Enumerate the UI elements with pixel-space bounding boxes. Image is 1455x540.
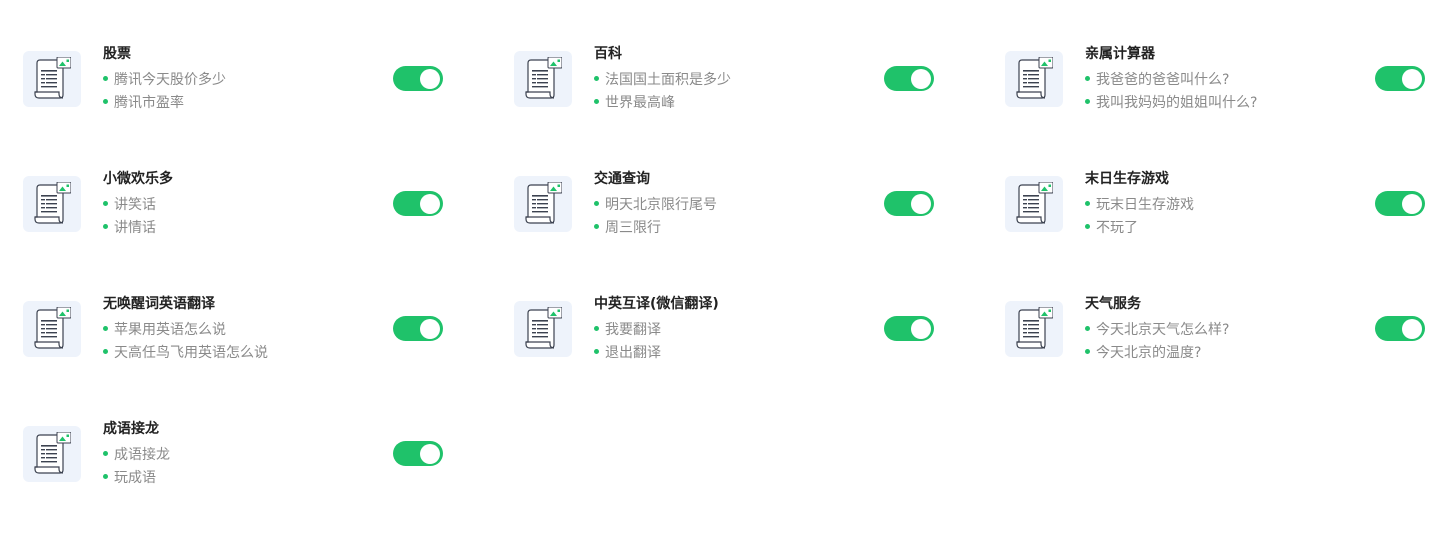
document-scroll-icon [514, 301, 572, 357]
skill-toggle[interactable] [884, 191, 934, 216]
document-scroll-icon [1005, 176, 1063, 232]
skill-toggle[interactable] [884, 316, 934, 341]
document-scroll-icon [23, 51, 81, 107]
skill-example: 腾讯今天股价多少 [103, 71, 226, 89]
skill-example: 今天北京天气怎么样? [1085, 321, 1229, 339]
skill-title: 末日生存游戏 [1085, 171, 1169, 187]
document-scroll-icon [514, 51, 572, 107]
document-scroll-icon [1005, 51, 1063, 107]
skill-grid: 股票 腾讯今天股价多少 腾讯市盈率 百科 法国国土面积是多少 世界最高峰 亲属计… [0, 0, 1455, 540]
skill-example: 玩成语 [103, 469, 156, 487]
skill-example: 世界最高峰 [594, 94, 675, 112]
skill-toggle[interactable] [1375, 316, 1425, 341]
skill-card-traffic: 交通查询 明天北京限行尾号 周三限行 [514, 170, 944, 260]
skill-toggle[interactable] [884, 66, 934, 91]
skill-example: 讲笑话 [103, 196, 156, 214]
skill-title: 亲属计算器 [1085, 46, 1155, 62]
skill-title: 成语接龙 [103, 421, 159, 437]
skill-example: 明天北京限行尾号 [594, 196, 717, 214]
skill-toggle[interactable] [393, 191, 443, 216]
skill-example: 法国国土面积是多少 [594, 71, 731, 89]
skill-toggle[interactable] [393, 66, 443, 91]
skill-example: 玩末日生存游戏 [1085, 196, 1194, 214]
skill-toggle[interactable] [393, 441, 443, 466]
skill-example: 腾讯市盈率 [103, 94, 184, 112]
skill-card-kinship-calculator: 亲属计算器 我爸爸的爸爸叫什么? 我叫我妈妈的姐姐叫什么? [1005, 45, 1435, 135]
skill-card-idiom-chain: 成语接龙 成语接龙 玩成语 [23, 420, 453, 510]
skill-example: 我叫我妈妈的姐姐叫什么? [1085, 94, 1257, 112]
skill-title: 无唤醒词英语翻译 [103, 296, 215, 312]
document-scroll-icon [23, 301, 81, 357]
skill-title: 天气服务 [1085, 296, 1141, 312]
skill-example: 退出翻译 [594, 344, 661, 362]
skill-title: 中英互译(微信翻译) [594, 296, 719, 312]
skill-card-wechat-translation: 中英互译(微信翻译) 我要翻译 退出翻译 [514, 295, 944, 385]
skill-example: 不玩了 [1085, 219, 1138, 237]
skill-title: 百科 [594, 46, 622, 62]
skill-example: 天高任鸟飞用英语怎么说 [103, 344, 268, 362]
skill-title: 股票 [103, 46, 131, 62]
skill-title: 交通查询 [594, 171, 650, 187]
skill-title: 小微欢乐多 [103, 171, 173, 187]
document-scroll-icon [23, 426, 81, 482]
skill-card-weather: 天气服务 今天北京天气怎么样? 今天北京的温度? [1005, 295, 1435, 385]
skill-toggle[interactable] [1375, 66, 1425, 91]
skill-example: 我要翻译 [594, 321, 661, 339]
document-scroll-icon [514, 176, 572, 232]
skill-example: 周三限行 [594, 219, 661, 237]
skill-example: 苹果用英语怎么说 [103, 321, 226, 339]
skill-card-stock: 股票 腾讯今天股价多少 腾讯市盈率 [23, 45, 453, 135]
skill-card-english-translation: 无唤醒词英语翻译 苹果用英语怎么说 天高任鸟飞用英语怎么说 [23, 295, 453, 385]
skill-toggle[interactable] [393, 316, 443, 341]
skill-example: 今天北京的温度? [1085, 344, 1201, 362]
skill-card-encyclopedia: 百科 法国国土面积是多少 世界最高峰 [514, 45, 944, 135]
skill-card-survival-game: 末日生存游戏 玩末日生存游戏 不玩了 [1005, 170, 1435, 260]
skill-toggle[interactable] [1375, 191, 1425, 216]
skill-example: 成语接龙 [103, 446, 170, 464]
document-scroll-icon [23, 176, 81, 232]
skill-example: 讲情话 [103, 219, 156, 237]
skill-example: 我爸爸的爸爸叫什么? [1085, 71, 1229, 89]
skill-card-fun: 小微欢乐多 讲笑话 讲情话 [23, 170, 453, 260]
document-scroll-icon [1005, 301, 1063, 357]
